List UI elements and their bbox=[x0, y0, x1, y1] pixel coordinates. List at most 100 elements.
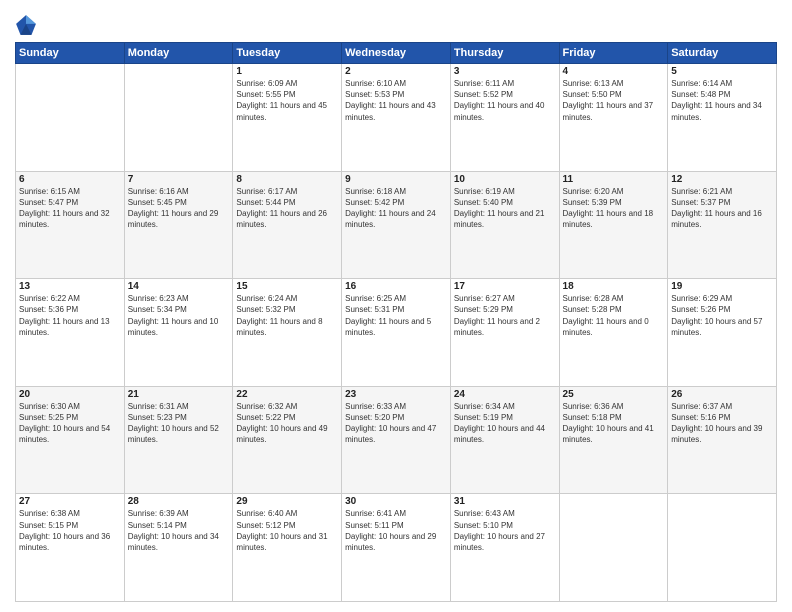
weekday-header-friday: Friday bbox=[559, 43, 668, 64]
weekday-header-thursday: Thursday bbox=[450, 43, 559, 64]
day-number: 12 bbox=[671, 174, 773, 185]
calendar-cell: 27Sunrise: 6:38 AMSunset: 5:15 PMDayligh… bbox=[16, 494, 125, 602]
day-number: 21 bbox=[128, 389, 230, 400]
calendar-cell: 19Sunrise: 6:29 AMSunset: 5:26 PMDayligh… bbox=[668, 279, 777, 387]
calendar-cell: 10Sunrise: 6:19 AMSunset: 5:40 PMDayligh… bbox=[450, 171, 559, 279]
day-info: Sunrise: 6:38 AMSunset: 5:15 PMDaylight:… bbox=[19, 508, 121, 553]
day-number: 11 bbox=[563, 174, 665, 185]
day-info: Sunrise: 6:40 AMSunset: 5:12 PMDaylight:… bbox=[236, 508, 338, 553]
day-info: Sunrise: 6:20 AMSunset: 5:39 PMDaylight:… bbox=[563, 186, 665, 231]
calendar-cell: 28Sunrise: 6:39 AMSunset: 5:14 PMDayligh… bbox=[124, 494, 233, 602]
calendar-cell: 16Sunrise: 6:25 AMSunset: 5:31 PMDayligh… bbox=[342, 279, 451, 387]
calendar-cell: 25Sunrise: 6:36 AMSunset: 5:18 PMDayligh… bbox=[559, 386, 668, 494]
day-info: Sunrise: 6:13 AMSunset: 5:50 PMDaylight:… bbox=[563, 78, 665, 123]
day-info: Sunrise: 6:31 AMSunset: 5:23 PMDaylight:… bbox=[128, 401, 230, 446]
calendar-cell: 31Sunrise: 6:43 AMSunset: 5:10 PMDayligh… bbox=[450, 494, 559, 602]
day-number: 28 bbox=[128, 496, 230, 507]
calendar-cell: 21Sunrise: 6:31 AMSunset: 5:23 PMDayligh… bbox=[124, 386, 233, 494]
calendar-cell: 7Sunrise: 6:16 AMSunset: 5:45 PMDaylight… bbox=[124, 171, 233, 279]
day-number: 14 bbox=[128, 281, 230, 292]
day-info: Sunrise: 6:41 AMSunset: 5:11 PMDaylight:… bbox=[345, 508, 447, 553]
calendar-cell: 14Sunrise: 6:23 AMSunset: 5:34 PMDayligh… bbox=[124, 279, 233, 387]
calendar-cell: 2Sunrise: 6:10 AMSunset: 5:53 PMDaylight… bbox=[342, 64, 451, 172]
calendar-cell: 3Sunrise: 6:11 AMSunset: 5:52 PMDaylight… bbox=[450, 64, 559, 172]
weekday-header-monday: Monday bbox=[124, 43, 233, 64]
day-number: 15 bbox=[236, 281, 338, 292]
calendar-cell: 4Sunrise: 6:13 AMSunset: 5:50 PMDaylight… bbox=[559, 64, 668, 172]
day-info: Sunrise: 6:33 AMSunset: 5:20 PMDaylight:… bbox=[345, 401, 447, 446]
calendar-cell: 13Sunrise: 6:22 AMSunset: 5:36 PMDayligh… bbox=[16, 279, 125, 387]
day-info: Sunrise: 6:19 AMSunset: 5:40 PMDaylight:… bbox=[454, 186, 556, 231]
day-number: 8 bbox=[236, 174, 338, 185]
calendar-cell: 11Sunrise: 6:20 AMSunset: 5:39 PMDayligh… bbox=[559, 171, 668, 279]
calendar-cell: 20Sunrise: 6:30 AMSunset: 5:25 PMDayligh… bbox=[16, 386, 125, 494]
day-info: Sunrise: 6:34 AMSunset: 5:19 PMDaylight:… bbox=[454, 401, 556, 446]
day-number: 16 bbox=[345, 281, 447, 292]
day-number: 27 bbox=[19, 496, 121, 507]
day-number: 17 bbox=[454, 281, 556, 292]
calendar-week-5: 27Sunrise: 6:38 AMSunset: 5:15 PMDayligh… bbox=[16, 494, 777, 602]
day-info: Sunrise: 6:29 AMSunset: 5:26 PMDaylight:… bbox=[671, 293, 773, 338]
weekday-header-sunday: Sunday bbox=[16, 43, 125, 64]
day-number: 19 bbox=[671, 281, 773, 292]
calendar-cell: 5Sunrise: 6:14 AMSunset: 5:48 PMDaylight… bbox=[668, 64, 777, 172]
day-info: Sunrise: 6:23 AMSunset: 5:34 PMDaylight:… bbox=[128, 293, 230, 338]
day-info: Sunrise: 6:21 AMSunset: 5:37 PMDaylight:… bbox=[671, 186, 773, 231]
weekday-header-tuesday: Tuesday bbox=[233, 43, 342, 64]
day-info: Sunrise: 6:22 AMSunset: 5:36 PMDaylight:… bbox=[19, 293, 121, 338]
calendar-cell bbox=[559, 494, 668, 602]
calendar-cell: 29Sunrise: 6:40 AMSunset: 5:12 PMDayligh… bbox=[233, 494, 342, 602]
day-number: 6 bbox=[19, 174, 121, 185]
day-number: 29 bbox=[236, 496, 338, 507]
day-info: Sunrise: 6:16 AMSunset: 5:45 PMDaylight:… bbox=[128, 186, 230, 231]
day-number: 20 bbox=[19, 389, 121, 400]
day-number: 2 bbox=[345, 66, 447, 77]
day-info: Sunrise: 6:32 AMSunset: 5:22 PMDaylight:… bbox=[236, 401, 338, 446]
calendar-cell: 24Sunrise: 6:34 AMSunset: 5:19 PMDayligh… bbox=[450, 386, 559, 494]
calendar-cell: 30Sunrise: 6:41 AMSunset: 5:11 PMDayligh… bbox=[342, 494, 451, 602]
calendar-cell bbox=[124, 64, 233, 172]
calendar-cell bbox=[668, 494, 777, 602]
calendar-cell bbox=[16, 64, 125, 172]
day-number: 25 bbox=[563, 389, 665, 400]
day-info: Sunrise: 6:14 AMSunset: 5:48 PMDaylight:… bbox=[671, 78, 773, 123]
calendar-header: SundayMondayTuesdayWednesdayThursdayFrid… bbox=[16, 43, 777, 64]
calendar-body: 1Sunrise: 6:09 AMSunset: 5:55 PMDaylight… bbox=[16, 64, 777, 602]
day-number: 22 bbox=[236, 389, 338, 400]
day-number: 9 bbox=[345, 174, 447, 185]
page: SundayMondayTuesdayWednesdayThursdayFrid… bbox=[0, 0, 792, 612]
day-number: 23 bbox=[345, 389, 447, 400]
weekday-header-row: SundayMondayTuesdayWednesdayThursdayFrid… bbox=[16, 43, 777, 64]
day-info: Sunrise: 6:30 AMSunset: 5:25 PMDaylight:… bbox=[19, 401, 121, 446]
day-number: 24 bbox=[454, 389, 556, 400]
calendar-week-1: 1Sunrise: 6:09 AMSunset: 5:55 PMDaylight… bbox=[16, 64, 777, 172]
day-info: Sunrise: 6:36 AMSunset: 5:18 PMDaylight:… bbox=[563, 401, 665, 446]
day-info: Sunrise: 6:28 AMSunset: 5:28 PMDaylight:… bbox=[563, 293, 665, 338]
weekday-header-wednesday: Wednesday bbox=[342, 43, 451, 64]
logo-icon bbox=[15, 14, 37, 36]
day-info: Sunrise: 6:37 AMSunset: 5:16 PMDaylight:… bbox=[671, 401, 773, 446]
day-number: 30 bbox=[345, 496, 447, 507]
calendar-cell: 18Sunrise: 6:28 AMSunset: 5:28 PMDayligh… bbox=[559, 279, 668, 387]
day-info: Sunrise: 6:25 AMSunset: 5:31 PMDaylight:… bbox=[345, 293, 447, 338]
day-number: 4 bbox=[563, 66, 665, 77]
day-info: Sunrise: 6:27 AMSunset: 5:29 PMDaylight:… bbox=[454, 293, 556, 338]
calendar-cell: 22Sunrise: 6:32 AMSunset: 5:22 PMDayligh… bbox=[233, 386, 342, 494]
day-info: Sunrise: 6:10 AMSunset: 5:53 PMDaylight:… bbox=[345, 78, 447, 123]
calendar-cell: 1Sunrise: 6:09 AMSunset: 5:55 PMDaylight… bbox=[233, 64, 342, 172]
calendar-table: SundayMondayTuesdayWednesdayThursdayFrid… bbox=[15, 42, 777, 602]
day-info: Sunrise: 6:17 AMSunset: 5:44 PMDaylight:… bbox=[236, 186, 338, 231]
logo bbox=[15, 14, 40, 36]
day-number: 10 bbox=[454, 174, 556, 185]
day-number: 13 bbox=[19, 281, 121, 292]
calendar-week-4: 20Sunrise: 6:30 AMSunset: 5:25 PMDayligh… bbox=[16, 386, 777, 494]
calendar-cell: 8Sunrise: 6:17 AMSunset: 5:44 PMDaylight… bbox=[233, 171, 342, 279]
day-number: 31 bbox=[454, 496, 556, 507]
day-info: Sunrise: 6:18 AMSunset: 5:42 PMDaylight:… bbox=[345, 186, 447, 231]
calendar-cell: 26Sunrise: 6:37 AMSunset: 5:16 PMDayligh… bbox=[668, 386, 777, 494]
day-info: Sunrise: 6:24 AMSunset: 5:32 PMDaylight:… bbox=[236, 293, 338, 338]
day-number: 18 bbox=[563, 281, 665, 292]
weekday-header-saturday: Saturday bbox=[668, 43, 777, 64]
header bbox=[15, 10, 777, 36]
calendar-cell: 6Sunrise: 6:15 AMSunset: 5:47 PMDaylight… bbox=[16, 171, 125, 279]
